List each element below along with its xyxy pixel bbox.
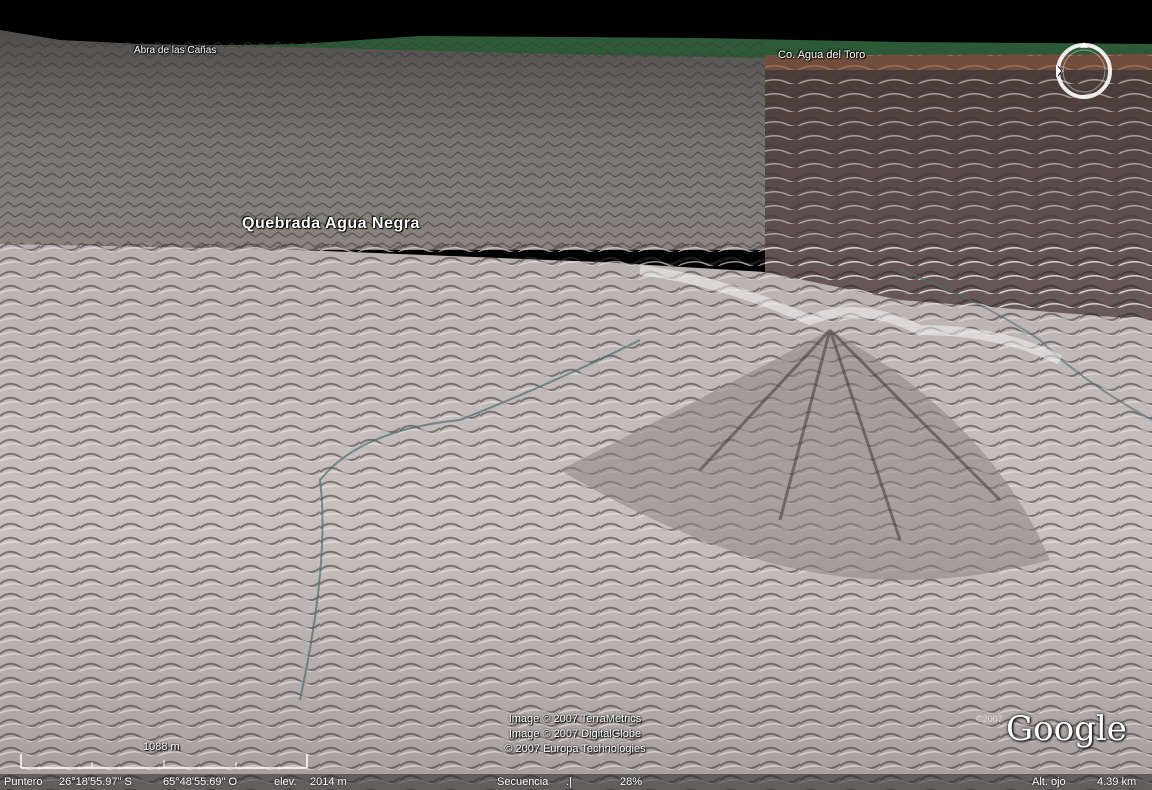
attribution-europa: © 2007 Europa Technologies [504,743,646,755]
map-viewport[interactable]: Abra de las Cañas Co. Agua del Toro Queb… [0,0,1152,790]
north-compass-icon[interactable] [1052,38,1116,104]
stream-icon: .| [566,776,572,788]
google-logo: Google [1006,709,1127,749]
elevation-label: elev. [274,776,297,788]
pointer-label: Puntero [4,776,43,788]
stream-percent: 28% [620,776,643,788]
scale-label: 1088 m [143,741,180,753]
elevation-value: 2014 m [310,776,347,788]
eye-altitude-value: 4.39 km [1097,776,1137,788]
attribution-terrametrics: Image © 2007 TerraMetrics [508,713,642,725]
terrain-3d-view[interactable] [0,0,1152,790]
attribution-digitalglobe: Image © 2007 DigitalGlobe [508,728,642,740]
pointer-longitude: 65°48'55.69" O [163,776,238,788]
eye-altitude-label: Alt. ojo [1032,776,1066,788]
place-label-quebrada-agua-negra[interactable]: Quebrada Agua Negra [242,215,420,233]
place-label-abra-de-las-canas[interactable]: Abra de las Cañas [134,45,216,56]
stream-label: Secuencia [497,776,549,788]
imagery-attribution: Image © 2007 TerraMetrics Image © 2007 D… [470,712,680,757]
pointer-latitude: 26°18'55.97" S [59,776,132,788]
status-bar: Puntero 26°18'55.97" S 65°48'55.69" O el… [0,774,1152,790]
google-copyright: ©2007 [976,714,1003,724]
place-label-agua-del-toro[interactable]: Co. Agua del Toro [778,49,865,61]
